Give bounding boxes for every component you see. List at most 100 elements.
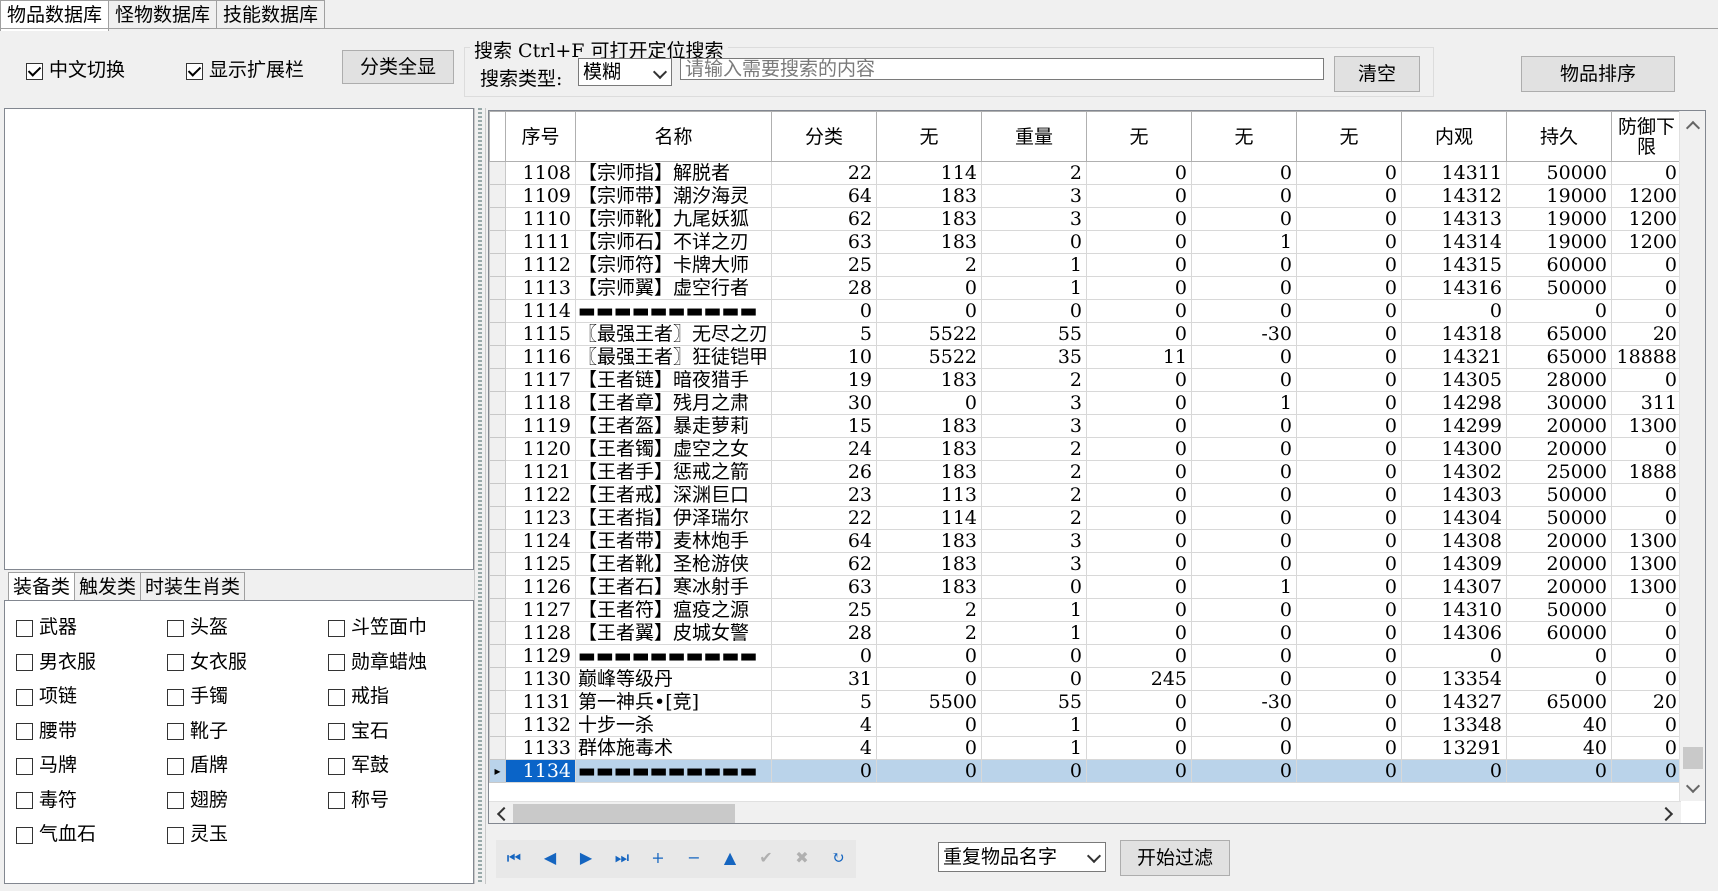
table-row[interactable]: 1112 【宗师符】卡牌大师 25 2 1 0 0 0 14315 60000 0 <box>489 253 1682 277</box>
tab-equipment[interactable]: 装备类 <box>8 572 76 601</box>
table-cell[interactable]: 4 <box>771 736 877 760</box>
table-cell[interactable]: 0 <box>1086 506 1192 530</box>
table-cell[interactable]: 14309 <box>1401 552 1507 576</box>
row-header[interactable] <box>489 575 506 599</box>
table-cell[interactable]: 0 <box>1611 368 1682 392</box>
table-cell[interactable]: 62 <box>771 552 877 576</box>
table-cell[interactable]: 0 <box>1086 736 1192 760</box>
table-cell[interactable]: 0 <box>1191 736 1297 760</box>
row-header[interactable] <box>489 322 506 346</box>
table-cell[interactable]: 0 <box>1296 736 1402 760</box>
table-cell[interactable]: 14307 <box>1401 575 1507 599</box>
table-cell[interactable]: 30 <box>771 391 877 415</box>
table-cell[interactable]: 65000 <box>1506 345 1612 369</box>
table-cell[interactable]: 24 <box>771 437 877 461</box>
table-cell[interactable]: 28 <box>771 621 877 645</box>
table-cell[interactable]: 2 <box>876 621 982 645</box>
name-cell[interactable]: 【宗师靴】九尾妖狐 <box>575 207 772 231</box>
column-header[interactable]: 无 <box>1086 111 1192 162</box>
table-cell[interactable]: 14303 <box>1401 483 1507 507</box>
table-cell[interactable]: 0 <box>1086 322 1192 346</box>
table-cell[interactable]: 1888 <box>1611 460 1682 484</box>
prev-record-icon[interactable]: ◀ <box>532 840 568 876</box>
table-cell[interactable]: 20000 <box>1506 529 1612 553</box>
table-cell[interactable]: 0 <box>1191 644 1297 668</box>
table-cell[interactable]: 0 <box>1296 529 1402 553</box>
row-header[interactable] <box>489 552 506 576</box>
show-ext-checkbox[interactable]: 显示扩展栏 <box>186 55 304 82</box>
table-cell[interactable]: 183 <box>876 368 982 392</box>
table-cell[interactable]: 0 <box>1296 667 1402 691</box>
start-filter-button[interactable]: 开始过滤 <box>1120 840 1230 876</box>
table-cell[interactable]: 0 <box>1191 460 1297 484</box>
category-checkbox[interactable]: 戒指 <box>328 681 389 708</box>
table-cell[interactable]: 0 <box>1191 621 1297 645</box>
table-cell[interactable]: 14310 <box>1401 598 1507 622</box>
table-row[interactable]: 1123 【王者指】伊泽瑞尔 22 114 2 0 0 0 14304 50000 0 <box>489 506 1682 530</box>
table-cell[interactable]: 0 <box>1611 598 1682 622</box>
name-cell[interactable]: 【王者指】伊泽瑞尔 <box>575 506 772 530</box>
table-cell[interactable]: 0 <box>1296 506 1402 530</box>
table-cell[interactable]: 5522 <box>876 345 982 369</box>
table-cell[interactable]: 0 <box>1191 437 1297 461</box>
table-cell[interactable]: 0 <box>1296 368 1402 392</box>
table-cell[interactable]: 1200 <box>1611 230 1682 254</box>
table-cell[interactable]: 113 <box>876 483 982 507</box>
table-cell[interactable]: 14321 <box>1401 345 1507 369</box>
table-cell[interactable]: 0 <box>1296 713 1402 737</box>
table-row[interactable]: 1132 十步一杀 4 0 1 0 0 0 13348 40 0 <box>489 713 1682 737</box>
index-cell[interactable]: 1130 <box>505 667 576 691</box>
index-cell[interactable]: 1116 <box>505 345 576 369</box>
table-cell[interactable]: 0 <box>1191 667 1297 691</box>
table-cell[interactable]: 0 <box>1611 276 1682 300</box>
category-checkbox[interactable]: 称号 <box>328 785 389 812</box>
table-cell[interactable]: 13348 <box>1401 713 1507 737</box>
table-cell[interactable]: 0 <box>876 299 982 323</box>
items-data-grid[interactable]: 序号 名称 分类无重量无无无内观 持久 防御下限 1108 【宗师指】解脱者 22 114 2 0… <box>488 110 1706 824</box>
category-checkbox[interactable]: 头盔 <box>167 612 228 639</box>
table-cell[interactable]: 0 <box>1086 621 1192 645</box>
table-cell[interactable]: 1 <box>981 736 1087 760</box>
table-cell[interactable]: 0 <box>1296 644 1402 668</box>
table-cell[interactable]: 0 <box>1191 506 1297 530</box>
table-cell[interactable]: 64 <box>771 184 877 208</box>
table-row[interactable]: 1130 巅峰等级丹 31 0 0 245 0 0 13354 0 0 <box>489 667 1682 691</box>
table-cell[interactable]: 0 <box>1611 483 1682 507</box>
row-header[interactable] <box>489 667 506 691</box>
name-cell[interactable]: 【王者盔】暴走萝莉 <box>575 414 772 438</box>
index-cell[interactable]: 1126 <box>505 575 576 599</box>
table-cell[interactable]: 0 <box>981 230 1087 254</box>
category-checkbox[interactable]: 毒符 <box>16 785 77 812</box>
table-cell[interactable]: 14302 <box>1401 460 1507 484</box>
table-cell[interactable]: 0 <box>1296 345 1402 369</box>
table-cell[interactable]: 11 <box>1086 345 1192 369</box>
index-cell[interactable]: 1113 <box>505 276 576 300</box>
table-cell[interactable]: 0 <box>1296 322 1402 346</box>
table-row[interactable]: 1129 ▬▬▬▬▬▬▬▬▬▬ 0 0 0 0 0 0 0 0 0 <box>489 644 1682 668</box>
index-cell[interactable]: 1108 <box>505 161 576 185</box>
table-cell[interactable]: 18888 <box>1611 345 1682 369</box>
table-cell[interactable]: 2 <box>981 368 1087 392</box>
name-cell[interactable]: 【王者章】残月之肃 <box>575 391 772 415</box>
table-cell[interactable]: 50000 <box>1506 276 1612 300</box>
table-cell[interactable]: 20000 <box>1506 414 1612 438</box>
name-cell[interactable]: 【宗师石】不详之刃 <box>575 230 772 254</box>
filter-type-select[interactable]: 重复物品名字 <box>938 842 1106 872</box>
table-row[interactable]: 1128 【王者翼】皮城女警 28 2 1 0 0 0 14306 60000 0 <box>489 621 1682 645</box>
last-record-icon[interactable]: ⏭ <box>604 840 640 876</box>
table-cell[interactable]: 0 <box>1296 437 1402 461</box>
table-cell[interactable]: 0 <box>1191 552 1297 576</box>
table-row[interactable]: 1111 【宗师石】不详之刃 63 183 0 0 1 0 14314 19000 1200 <box>489 230 1682 254</box>
table-row[interactable]: 1110 【宗师靴】九尾妖狐 62 183 3 0 0 0 14313 19000 1200 <box>489 207 1682 231</box>
next-record-icon[interactable]: ▶ <box>568 840 604 876</box>
table-cell[interactable]: 0 <box>1611 644 1682 668</box>
table-cell[interactable]: 0 <box>1086 230 1192 254</box>
tab-monsters[interactable]: 怪物数据库 <box>108 0 218 29</box>
table-cell[interactable]: 0 <box>1086 483 1192 507</box>
table-cell[interactable]: 0 <box>1086 529 1192 553</box>
table-cell[interactable]: 0 <box>1296 276 1402 300</box>
table-cell[interactable]: 13291 <box>1401 736 1507 760</box>
index-cell[interactable]: 1134 <box>505 759 576 783</box>
table-cell[interactable]: 0 <box>1086 207 1192 231</box>
table-cell[interactable]: 14298 <box>1401 391 1507 415</box>
